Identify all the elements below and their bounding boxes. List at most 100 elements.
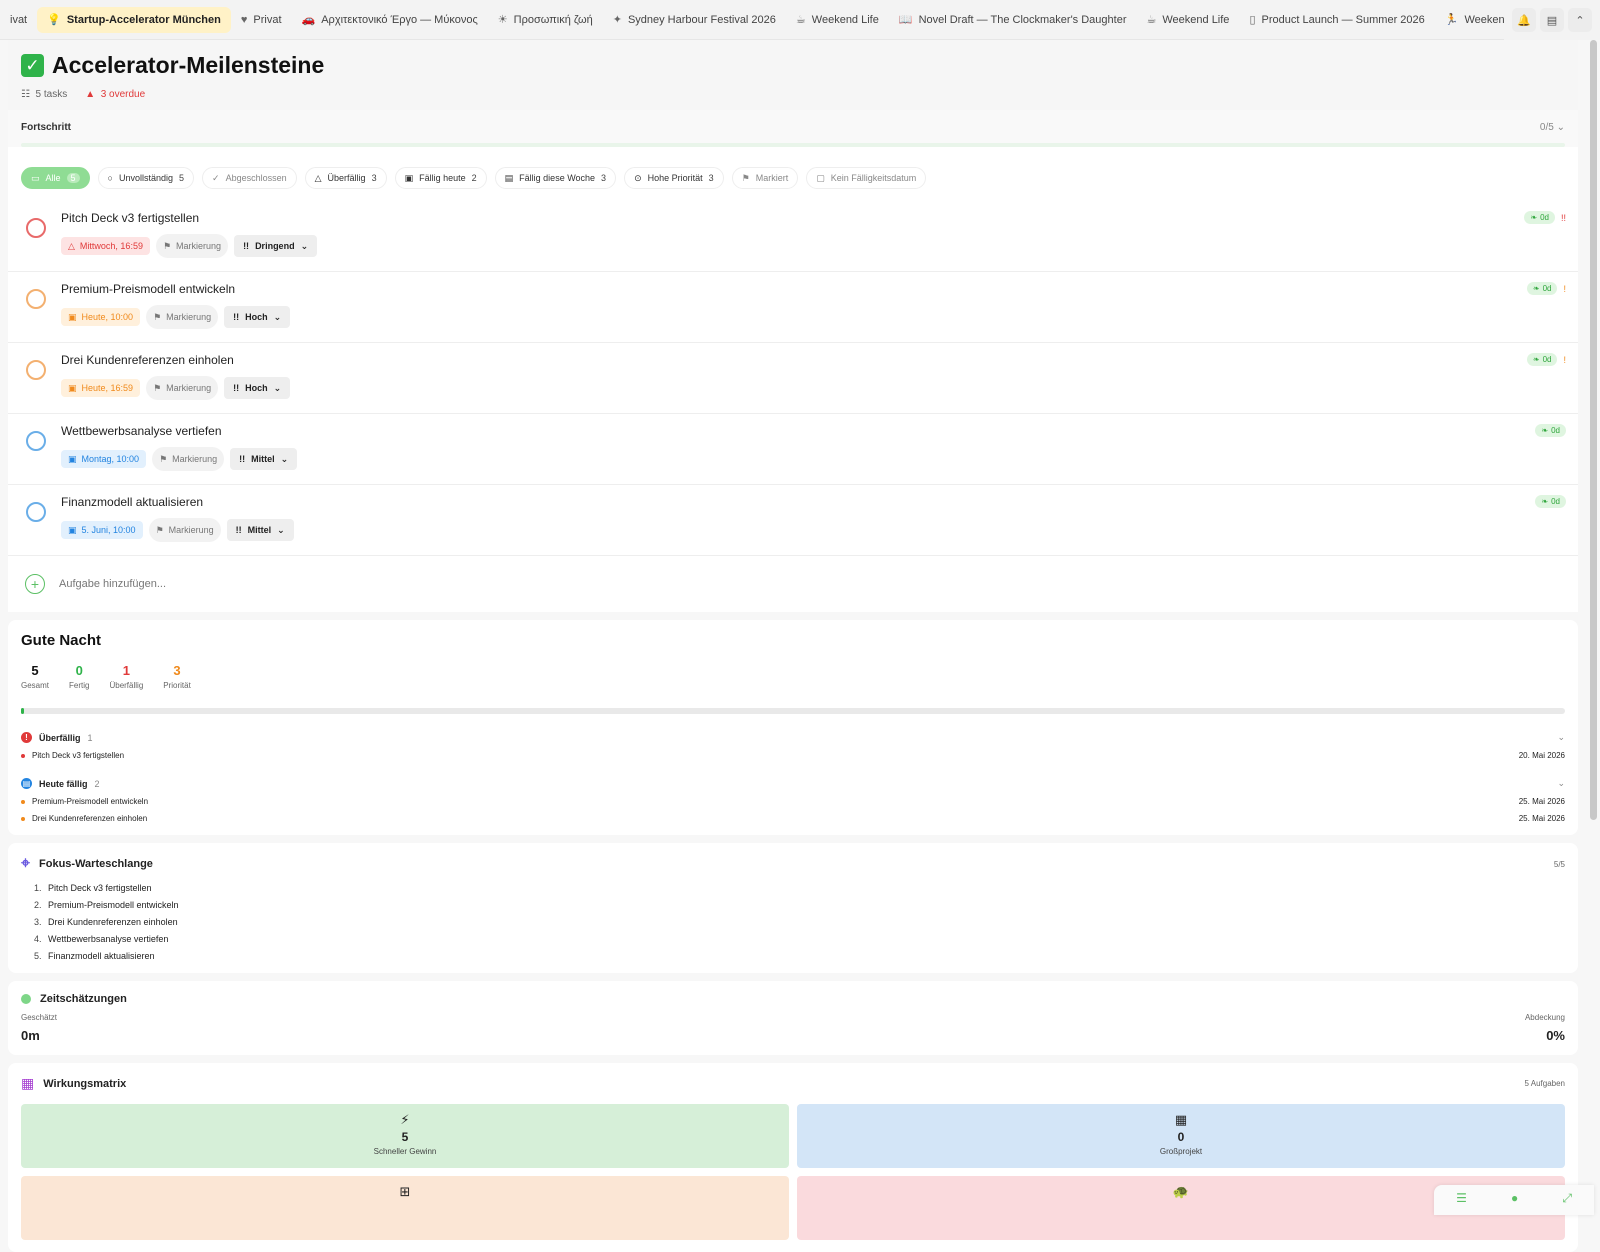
filter-chip[interactable]: ▭ Alle 5 <box>21 167 90 189</box>
tab-8[interactable]: ☕ Weekend Life <box>1136 7 1239 33</box>
task-row[interactable]: Pitch Deck v3 fertigstellen △ Mittwoch, 16… <box>8 201 1578 272</box>
tab-4[interactable]: ☀ Προσωπική ζωή <box>488 7 603 33</box>
due-group-header[interactable]: ! Überfällig 1 ⌄ <box>21 732 1565 743</box>
task-row[interactable]: Wettbewerbsanalyse vertiefen ▣ Montag, 10:… <box>8 414 1578 485</box>
bell-icon[interactable]: 🔔 <box>1512 8 1536 32</box>
task-title[interactable]: Premium-Preismodell entwickeln <box>61 282 1578 296</box>
task-checkbox[interactable] <box>26 289 46 309</box>
focus-item[interactable]: 4. Wettbewerbsanalyse vertiefen <box>21 934 1565 944</box>
list-item[interactable]: Pitch Deck v3 fertigstellen 20. Mai 2026 <box>21 751 1565 760</box>
status-icon[interactable]: ● <box>1511 1191 1518 1205</box>
due-date-pill[interactable]: ▣ 5. Juni, 10:00 <box>61 521 143 539</box>
due-date-pill[interactable]: △ Mittwoch, 16:59 <box>61 237 150 255</box>
mark-label: Markierung <box>166 312 212 322</box>
priority-select[interactable]: !! Dringend ⌄ <box>234 235 318 257</box>
filter-chip[interactable]: ⚑ Markiert <box>731 167 799 189</box>
phone-icon: ▯ <box>1249 14 1256 26</box>
panel-icon[interactable]: ▤ <box>1540 8 1564 32</box>
leaf-icon: ❧ <box>1530 213 1538 222</box>
matrix-cell[interactable]: ▦ 0 Großprojekt <box>797 1104 1565 1168</box>
scrollbar[interactable] <box>1590 40 1597 820</box>
group-title: Überfällig <box>39 732 81 743</box>
time-estimate: 0d <box>1540 213 1549 222</box>
priority-select[interactable]: !! Mittel ⌄ <box>230 448 298 470</box>
mark-button[interactable]: ⚑ Markierung <box>152 447 225 471</box>
stat-item: 5 Gesamt <box>21 663 49 690</box>
task-title[interactable]: Pitch Deck v3 fertigstellen <box>61 211 1578 225</box>
cup-icon: ☕ <box>795 14 806 26</box>
add-task-input[interactable]: Aufgabe hinzufügen... <box>59 578 166 590</box>
task-checkbox[interactable] <box>26 218 46 238</box>
filter-chip[interactable]: △ Überfällig 3 <box>304 167 387 189</box>
summary-section: Gute Nacht 5 Gesamt 0 Fertig 1 Überfällig 3 Pri… <box>8 620 1578 835</box>
tab-5[interactable]: ✦ Sydney Harbour Festival 2026 <box>603 7 786 33</box>
filter-chip[interactable]: ▣ Fällig heute 2 <box>394 167 487 189</box>
stat-number: 1 <box>122 663 130 678</box>
mark-button[interactable]: ⚑ Markierung <box>148 518 221 542</box>
task-row[interactable]: Finanzmodell aktualisieren ▣ 5. Juni, 10:0… <box>8 485 1578 556</box>
tab-1[interactable]: 💡 Startup-Accelerator München <box>37 6 231 33</box>
tab-6[interactable]: ☕ Weekend Life <box>786 7 889 33</box>
list-item[interactable]: Premium-Preismodell entwickeln 25. Mai 20… <box>21 797 1565 806</box>
filter-chip[interactable]: ○ Unvollständig 5 <box>97 167 195 189</box>
due-date-pill[interactable]: ▣ Heute, 10:00 <box>61 308 141 326</box>
plus-icon[interactable]: + <box>25 574 45 594</box>
matrix-count: 5 Aufgaben <box>1524 1079 1565 1088</box>
mark-button[interactable]: ⚑ Markierung <box>155 234 229 258</box>
matrix-cell[interactable]: ⊞ <box>21 1176 789 1240</box>
task-title[interactable]: Finanzmodell aktualisieren <box>61 495 1578 509</box>
filter-chip[interactable]: ✓ Abgeschlossen <box>202 167 297 189</box>
due-date: Mittwoch, 16:59 <box>79 241 143 251</box>
mark-button[interactable]: ⚑ Markierung <box>146 305 219 329</box>
priority-select[interactable]: !! Hoch ⌄ <box>224 377 291 399</box>
flag-icon: ⚑ <box>153 311 162 322</box>
flag-icon: ⚑ <box>153 382 162 393</box>
focus-item[interactable]: 2. Premium-Preismodell entwickeln <box>21 900 1565 910</box>
task-title[interactable]: Wettbewerbsanalyse vertiefen <box>61 424 1578 438</box>
task-row[interactable]: Premium-Preismodell entwickeln ▣ Heute, 10… <box>8 272 1578 343</box>
filter-label: Hohe Priorität <box>647 173 703 183</box>
list-add-icon[interactable]: ☰ <box>1456 1191 1467 1205</box>
filter-label: Überfällig <box>327 173 366 183</box>
list-item[interactable]: Drei Kundenreferenzen einholen 25. Mai 20… <box>21 814 1565 823</box>
tab-2[interactable]: ♥ Privat <box>231 7 292 33</box>
time-estimate-badge: ❧ 0d <box>1526 282 1558 295</box>
chevron-down-icon[interactable]: ⌄ <box>1557 778 1565 789</box>
chevron-down-icon[interactable]: ⌄ <box>1557 732 1565 743</box>
tab-3[interactable]: 🚗 Αρχιτεκτονικό Έργο — Μύκονος <box>292 7 488 33</box>
expand-icon[interactable]: ⤢ <box>1562 1191 1572 1206</box>
clock-icon <box>21 994 31 1004</box>
task-checkbox[interactable] <box>26 502 46 522</box>
filter-chip[interactable]: ▢ Kein Fälligkeitsdatum <box>806 167 927 189</box>
add-task-row[interactable]: + Aufgabe hinzufügen... <box>8 556 1578 612</box>
due-group: ! Überfällig 1 ⌄ Pitch Deck v3 fertigstellen… <box>21 732 1565 760</box>
filter-label: Alle <box>45 173 61 183</box>
priority-select[interactable]: !! Mittel ⌄ <box>226 519 294 541</box>
priority-select[interactable]: !! Hoch ⌄ <box>224 306 291 328</box>
inbox-icon: ▭ <box>31 172 40 183</box>
focus-item[interactable]: 1. Pitch Deck v3 fertigstellen <box>21 883 1565 893</box>
focus-item[interactable]: 3. Drei Kundenreferenzen einholen <box>21 917 1565 927</box>
tab-0[interactable]: ivat <box>0 7 37 33</box>
filter-count: 3 <box>601 173 607 183</box>
tab-label: Weekend Life <box>811 13 879 26</box>
filter-chip[interactable]: ⊙ Hohe Priorität 3 <box>624 167 724 189</box>
due-group-header[interactable]: ▤ Heute fällig 2 ⌄ <box>21 778 1565 789</box>
tab-7[interactable]: 📖 Novel Draft — The Clockmaker's Daughter <box>889 7 1137 33</box>
due-date-pill[interactable]: ▣ Heute, 16:59 <box>61 379 141 397</box>
chevron-down-icon[interactable]: ⌄ <box>1557 122 1565 133</box>
filter-chip[interactable]: ▤ Fällig diese Woche 3 <box>494 167 617 189</box>
flag-icon: ⚑ <box>155 524 164 535</box>
due-group: ▤ Heute fällig 2 ⌄ Premium-Preismodell entwi… <box>21 778 1565 823</box>
progress-section[interactable]: Fortschritt 0/5 ⌄ <box>8 110 1578 147</box>
task-checkbox[interactable] <box>26 360 46 380</box>
chevron-up-icon[interactable]: ⌃ <box>1568 8 1592 32</box>
task-row[interactable]: Drei Kundenreferenzen einholen ▣ Heute, 16… <box>8 343 1578 414</box>
matrix-cell[interactable]: ⚡ 5 Schneller Gewinn <box>21 1104 789 1168</box>
focus-item[interactable]: 5. Finanzmodell aktualisieren <box>21 951 1565 961</box>
mark-button[interactable]: ⚑ Markierung <box>146 376 219 400</box>
task-title[interactable]: Drei Kundenreferenzen einholen <box>61 353 1578 367</box>
due-date-pill[interactable]: ▣ Montag, 10:00 <box>61 450 147 468</box>
tab-9[interactable]: ▯ Product Launch — Summer 2026 <box>1239 7 1434 33</box>
task-checkbox[interactable] <box>26 431 46 451</box>
